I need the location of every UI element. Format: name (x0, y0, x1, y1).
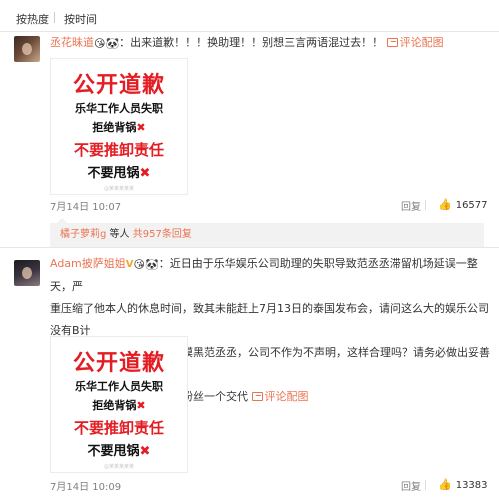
comment-meta: 7月14日 10:09 回复 👍 13383 (50, 478, 488, 494)
red-x-icon: ✖ (136, 399, 146, 412)
red-x-icon: ✖ (136, 121, 146, 134)
reply-button[interactable]: 回复 (401, 198, 421, 213)
comment-picture-label: 评论配图 (399, 36, 444, 49)
image-line: 乐华工作人员失职 (75, 380, 163, 393)
thumbs-up-icon: 👍 (438, 478, 452, 491)
comment-date: 7月14日 10:07 (50, 202, 122, 213)
image-watermark: @某某某某某 (103, 464, 134, 470)
comment-text: 丞花昧道😘🐼：出来道歉！！！换助理！！别想三言两语混过去！！ 评论配图 (50, 32, 490, 54)
comment-image[interactable]: 公开道歉 乐华工作人员失职 拒绝背锅✖ 不要推卸责任 不要甩锅✖ @某某某某某 (50, 58, 188, 195)
comment-image[interactable]: 公开道歉 乐华工作人员失职 拒绝背锅✖ 不要推卸责任 不要甩锅✖ @某某某某某 (50, 336, 188, 473)
comment-username[interactable]: Adam披萨姐姐 (50, 257, 126, 270)
picture-icon (251, 392, 263, 401)
like-count: 13383 (455, 480, 488, 491)
comment-meta: 7月14日 10:07 回复 👍 16577 (50, 198, 488, 214)
image-line: 不要甩锅✖ (87, 444, 151, 459)
image-line: 不要推卸责任 (73, 419, 164, 437)
image-line: 不要甩锅✖ (87, 166, 151, 181)
comment-picture-link[interactable]: 评论配图 (251, 390, 309, 403)
avatar[interactable] (14, 36, 40, 62)
image-watermark: @某某某某某 (103, 186, 134, 192)
verified-badge-icon: V (125, 259, 134, 270)
meta-divider (425, 480, 426, 490)
sort-by-hot-tab[interactable]: 按热度 (16, 11, 49, 27)
sort-by-time-tab[interactable]: 按时间 (64, 11, 97, 27)
image-line: 拒绝背锅✖ (92, 121, 146, 134)
comment-picture-label: 评论配图 (264, 390, 309, 403)
meta-divider (425, 200, 426, 210)
image-title: 公开道歉 (72, 351, 165, 376)
like-button[interactable]: 👍 13383 (438, 478, 488, 491)
image-line: 不要推卸责任 (73, 141, 164, 159)
comment-date: 7月14日 10:09 (50, 482, 122, 493)
red-x-icon: ✖ (139, 166, 151, 181)
thumbs-up-icon: 👍 (438, 198, 452, 211)
sort-divider (54, 12, 55, 23)
image-line: 乐华工作人员失职 (75, 102, 163, 115)
reply-count-link[interactable]: 共957条回复 (133, 229, 192, 240)
reply-username[interactable]: 橘子萝莉g (60, 229, 106, 240)
red-x-icon: ✖ (139, 444, 151, 459)
avatar[interactable] (14, 260, 40, 286)
reply-text: 等人 (109, 229, 130, 240)
comment-picture-link[interactable]: 评论配图 (386, 36, 444, 49)
picture-icon (386, 38, 398, 47)
like-button[interactable]: 👍 16577 (438, 198, 488, 211)
like-count: 16577 (455, 200, 488, 211)
emoji-icon: 😘🐼 (94, 37, 120, 50)
comment-divider (0, 247, 499, 248)
comment-username[interactable]: 丞花昧道 (50, 36, 94, 49)
image-line: 拒绝背锅✖ (92, 399, 146, 412)
emoji-icon: 😘🐼 (133, 258, 159, 271)
sort-bar: 按热度 按时间 (0, 0, 499, 32)
comment-body: ：出来道歉！！！换助理！！别想三言两语混过去！！ (119, 36, 384, 49)
reply-summary[interactable]: 橘子萝莉g 等人 共957条回复 (50, 223, 484, 247)
reply-button[interactable]: 回复 (401, 478, 421, 493)
image-title: 公开道歉 (72, 73, 165, 98)
